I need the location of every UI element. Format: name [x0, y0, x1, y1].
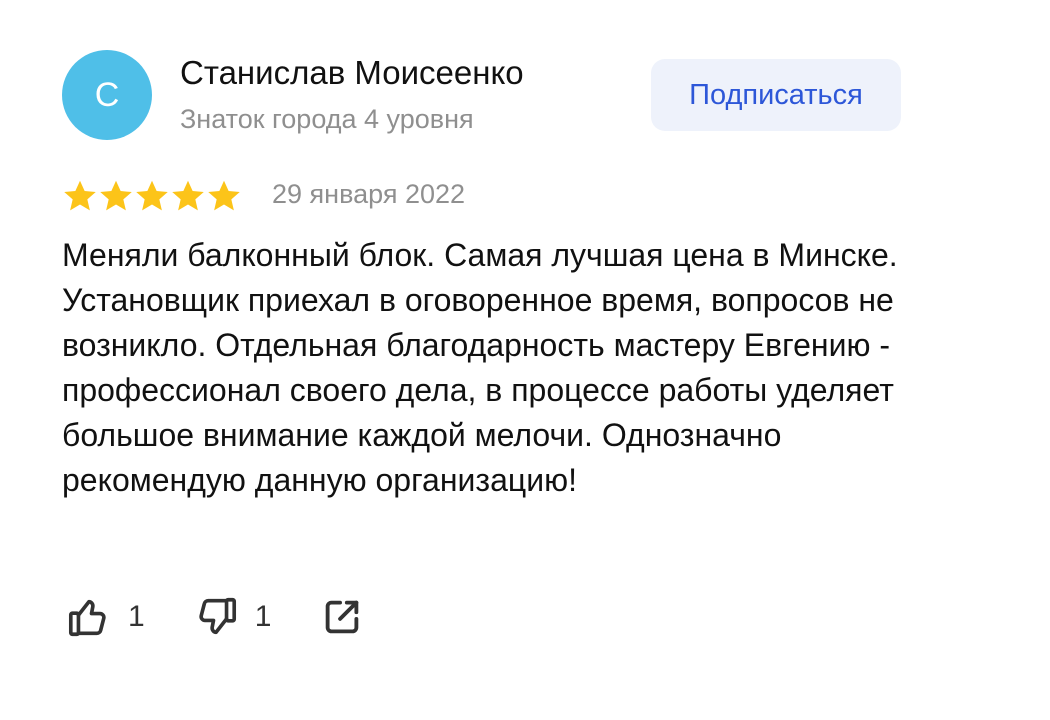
review-actions: 1 1: [66, 592, 365, 642]
star-icon: [64, 180, 96, 211]
star-icon: [172, 180, 204, 211]
thumbs-up-icon: [68, 599, 106, 637]
like-button[interactable]: 1: [66, 594, 145, 640]
avatar-letter: С: [94, 76, 120, 114]
star-rating: [62, 176, 242, 216]
author-name[interactable]: Станислав Моисеенко: [180, 54, 524, 92]
share-icon: [326, 600, 359, 634]
star-icon: [100, 180, 132, 211]
like-count: 1: [128, 600, 145, 633]
review-text: Меняли балконный блок. Самая лучшая цена…: [62, 237, 898, 498]
review-date: 29 января 2022: [272, 179, 466, 209]
star-icon: [136, 180, 168, 211]
avatar[interactable]: С: [62, 50, 152, 140]
dislike-button[interactable]: 1: [193, 594, 272, 640]
subscribe-button[interactable]: Подписаться: [651, 59, 901, 131]
review-card: С Станислав Моисеенко Знаток города 4 ур…: [0, 0, 1050, 720]
star-icon: [208, 180, 240, 211]
thumbs-down-icon: [199, 597, 236, 635]
dislike-count: 1: [254, 600, 272, 633]
share-button[interactable]: [319, 594, 365, 640]
author-level: Знаток города 4 уровня: [180, 104, 474, 134]
